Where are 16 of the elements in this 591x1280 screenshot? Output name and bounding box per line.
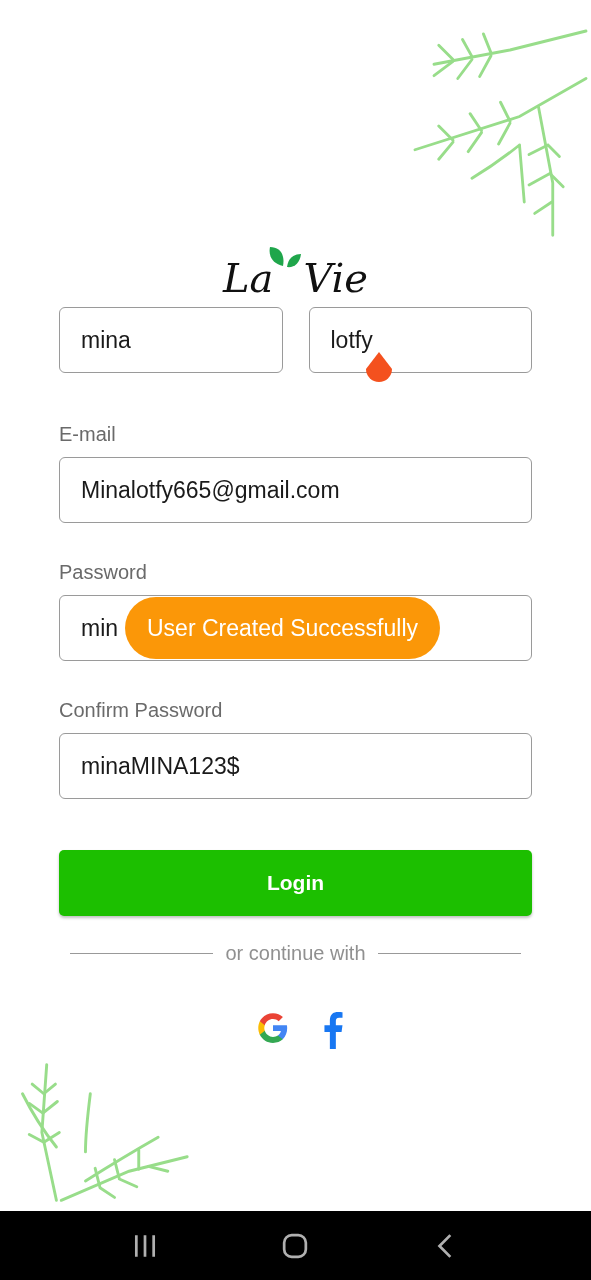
input-field[interactable]: mina xyxy=(59,307,283,373)
google-icon[interactable] xyxy=(255,1011,290,1045)
input-field[interactable]: Minalotfy665@gmail.com xyxy=(59,457,532,523)
field-label: E-mail xyxy=(59,423,117,446)
field-value: Minalotfy665@gmail.com xyxy=(81,476,340,504)
input-field[interactable]: min User Created Successfully xyxy=(59,595,532,661)
input-field[interactable]: minaMINA123$ xyxy=(59,733,532,799)
toast-message: User Created Successfully xyxy=(125,597,440,659)
field-value: minaMINA123$ xyxy=(81,752,240,780)
field-value: min xyxy=(81,614,119,642)
logo-text: La xyxy=(222,258,274,298)
field-label: Confirm Password xyxy=(59,699,224,722)
logo-text: Vie xyxy=(303,258,369,298)
home-icon[interactable] xyxy=(282,1232,309,1259)
field-label: Password xyxy=(59,561,148,584)
divider-text: or continue with xyxy=(225,942,366,965)
